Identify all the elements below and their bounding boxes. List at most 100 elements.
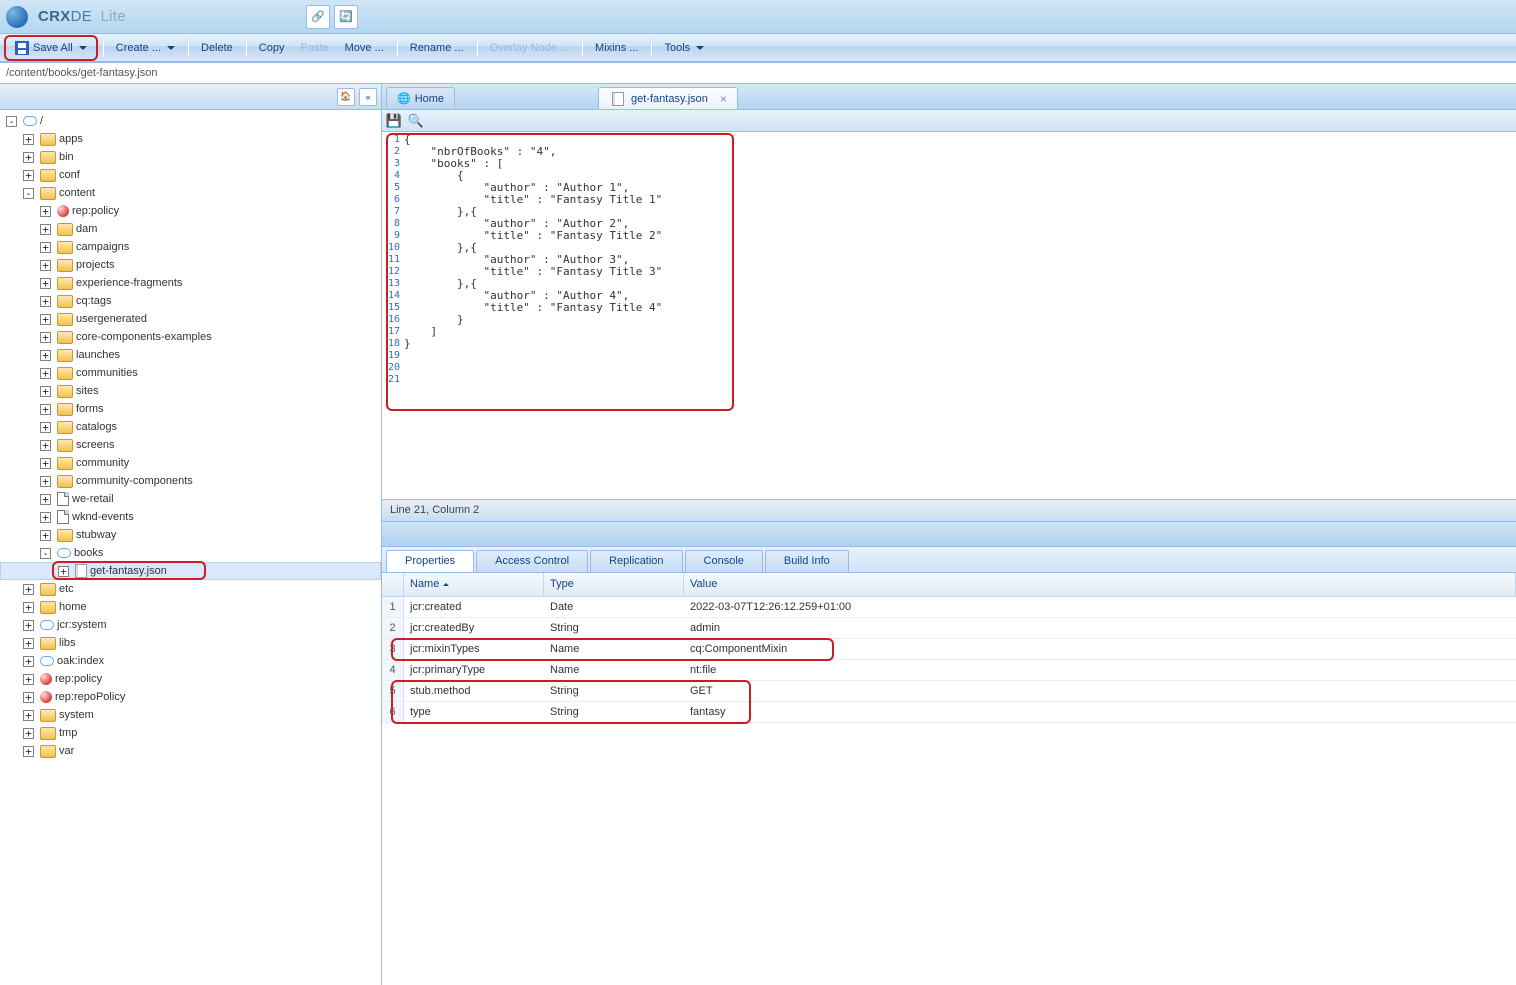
tree-node-libs[interactable]: +libs (0, 634, 381, 652)
expand-icon[interactable]: + (40, 476, 51, 487)
tree-home-button[interactable]: 🏠 (337, 88, 355, 106)
expand-icon[interactable]: + (23, 728, 34, 739)
properties-grid[interactable]: 1jcr:createdDate2022-03-07T12:26:12.259+… (382, 597, 1516, 985)
expand-icon[interactable]: + (23, 746, 34, 757)
tree-node-bin[interactable]: +bin (0, 148, 381, 166)
expand-icon[interactable]: + (23, 620, 34, 631)
tree-node-community[interactable]: +community (0, 454, 381, 472)
tree-node-cq:tags[interactable]: +cq:tags (0, 292, 381, 310)
property-row[interactable]: 3jcr:mixinTypesNamecq:ComponentMixin (382, 639, 1516, 660)
tree-node-content[interactable]: -content (0, 184, 381, 202)
tree-node-wknd-events[interactable]: +wknd-events (0, 508, 381, 526)
tree-node-forms[interactable]: +forms (0, 400, 381, 418)
expand-icon[interactable]: + (23, 152, 34, 163)
expand-icon[interactable]: - (6, 116, 17, 127)
tree-node-catalogs[interactable]: +catalogs (0, 418, 381, 436)
tab-home[interactable]: 🌐 Home (386, 87, 455, 109)
tree-node-we-retail[interactable]: +we-retail (0, 490, 381, 508)
tools-button[interactable]: Tools (656, 39, 712, 57)
close-icon[interactable]: × (720, 92, 727, 106)
col-value[interactable]: Value (684, 573, 1516, 596)
tree-node-sites[interactable]: +sites (0, 382, 381, 400)
tree-node-etc[interactable]: +etc (0, 580, 381, 598)
expand-icon[interactable]: + (40, 350, 51, 361)
expand-icon[interactable]: + (23, 692, 34, 703)
editor-save-icon[interactable]: 💾 (386, 113, 402, 129)
col-name[interactable]: Name (404, 573, 544, 596)
tree-node-rep:policy[interactable]: +rep:policy (0, 202, 381, 220)
expand-icon[interactable]: + (23, 602, 34, 613)
tree-node-oak:index[interactable]: +oak:index (0, 652, 381, 670)
expand-icon[interactable]: + (40, 332, 51, 343)
property-row[interactable]: 1jcr:createdDate2022-03-07T12:26:12.259+… (382, 597, 1516, 618)
tree-node-dam[interactable]: +dam (0, 220, 381, 238)
code-editor[interactable]: 123456789101112131415161718192021 { "nbr… (382, 132, 1516, 386)
expand-icon[interactable]: + (40, 422, 51, 433)
expand-icon[interactable]: + (40, 206, 51, 217)
tree-node-home[interactable]: +home (0, 598, 381, 616)
property-row[interactable]: 2jcr:createdByStringadmin (382, 618, 1516, 639)
property-row[interactable]: 5stub.methodStringGET (382, 681, 1516, 702)
expand-icon[interactable]: + (40, 386, 51, 397)
tree-node-apps[interactable]: +apps (0, 130, 381, 148)
tree-node-jcr:system[interactable]: +jcr:system (0, 616, 381, 634)
expand-icon[interactable]: + (40, 440, 51, 451)
property-row[interactable]: 6typeStringfantasy (382, 702, 1516, 723)
create-button[interactable]: Create ... (108, 39, 183, 57)
tree-node-var[interactable]: +var (0, 742, 381, 760)
tree-node-screens[interactable]: +screens (0, 436, 381, 454)
expand-icon[interactable]: + (40, 260, 51, 271)
expand-icon[interactable]: + (23, 584, 34, 595)
tab-access-control[interactable]: Access Control (476, 550, 588, 572)
rename-button[interactable]: Rename ... (402, 39, 472, 57)
delete-button[interactable]: Delete (193, 39, 241, 57)
expand-icon[interactable]: + (40, 404, 51, 415)
expand-icon[interactable]: + (23, 638, 34, 649)
col-type[interactable]: Type (544, 573, 684, 596)
expand-icon[interactable]: - (40, 548, 51, 559)
expand-icon[interactable]: + (40, 512, 51, 523)
editor-find-icon[interactable]: 🔍 (408, 113, 424, 129)
header-tool-link-icon[interactable]: 🔗 (306, 5, 330, 29)
copy-button[interactable]: Copy (251, 39, 293, 57)
tree-node-conf[interactable]: +conf (0, 166, 381, 184)
tree-node-books[interactable]: -books (0, 544, 381, 562)
tree-node-get-fantasy[interactable]: +get-fantasy.json (0, 562, 381, 580)
expand-icon[interactable]: + (23, 170, 34, 181)
expand-icon[interactable]: + (40, 296, 51, 307)
tree-node-tmp[interactable]: +tmp (0, 724, 381, 742)
tree-node-core-components-examples[interactable]: +core-components-examples (0, 328, 381, 346)
expand-icon[interactable]: + (40, 224, 51, 235)
expand-icon[interactable]: + (23, 674, 34, 685)
tab-file[interactable]: get-fantasy.json × (598, 87, 738, 109)
tab-properties[interactable]: Properties (386, 550, 474, 572)
expand-icon[interactable]: + (40, 368, 51, 379)
tree-node-experience-fragments[interactable]: +experience-fragments (0, 274, 381, 292)
tree-node-stubway[interactable]: +stubway (0, 526, 381, 544)
header-tool-refresh-icon[interactable]: 🔄 (334, 5, 358, 29)
repository-tree[interactable]: -/+apps+bin+conf-content+rep:policy+dam+… (0, 110, 381, 985)
expand-icon[interactable]: + (40, 530, 51, 541)
tree-node-rep:policy[interactable]: +rep:policy (0, 670, 381, 688)
tree-node-rep:repoPolicy[interactable]: +rep:repoPolicy (0, 688, 381, 706)
move-button[interactable]: Move ... (337, 39, 392, 57)
tree-node-community-components[interactable]: +community-components (0, 472, 381, 490)
expand-icon[interactable]: + (40, 314, 51, 325)
expand-icon[interactable]: + (23, 710, 34, 721)
tree-node-usergenerated[interactable]: +usergenerated (0, 310, 381, 328)
expand-icon[interactable]: + (23, 134, 34, 145)
property-row[interactable]: 4jcr:primaryTypeNament:file (382, 660, 1516, 681)
expand-icon[interactable]: - (23, 188, 34, 199)
tree-collapse-button[interactable]: « (359, 88, 377, 106)
breadcrumb[interactable]: /content/books/get-fantasy.json (0, 62, 1516, 84)
save-all-button[interactable]: Save All (7, 38, 95, 58)
expand-icon[interactable]: + (58, 566, 69, 577)
expand-icon[interactable]: + (40, 242, 51, 253)
tree-node-campaigns[interactable]: +campaigns (0, 238, 381, 256)
tab-build-info[interactable]: Build Info (765, 550, 849, 572)
tree-node-launches[interactable]: +launches (0, 346, 381, 364)
tree-node-projects[interactable]: +projects (0, 256, 381, 274)
expand-icon[interactable]: + (23, 656, 34, 667)
tab-replication[interactable]: Replication (590, 550, 682, 572)
expand-icon[interactable]: + (40, 458, 51, 469)
